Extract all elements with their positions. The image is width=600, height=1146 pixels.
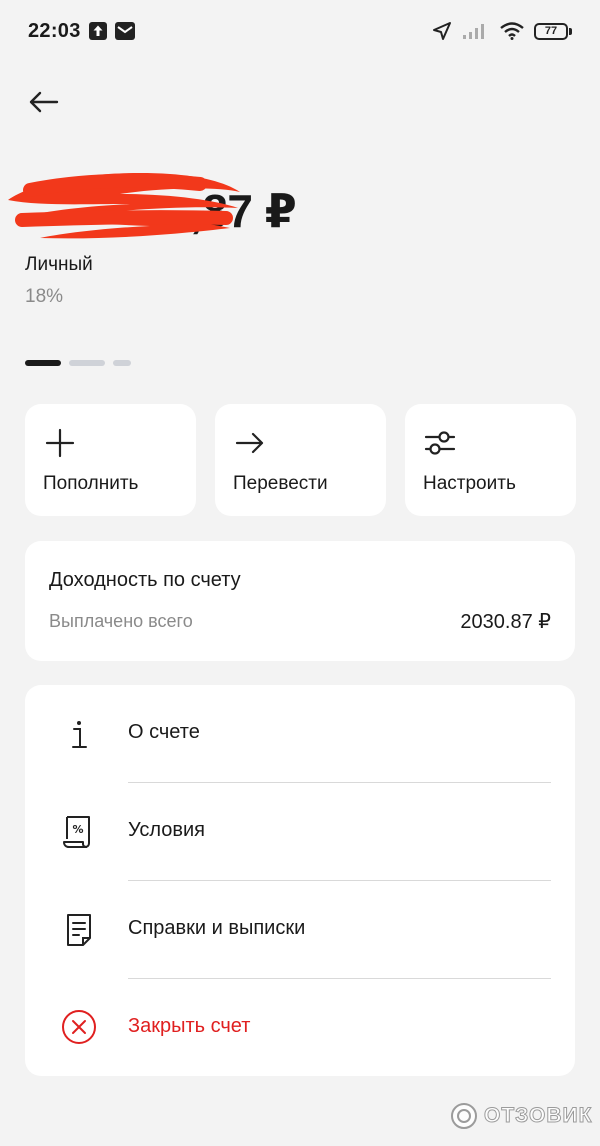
account-pager[interactable] [25,360,131,366]
arrow-right-icon [235,432,264,454]
top-up-label: Пополнить [43,473,139,494]
pager-dot-active[interactable] [25,360,61,366]
battery-icon: 77 [534,22,572,40]
mail-notification-icon [114,22,135,40]
percent-document-icon: % [63,816,90,848]
info-icon [72,721,87,748]
back-button[interactable] [22,82,64,122]
transfer-label: Перевести [233,473,328,494]
location-arrow-icon [432,21,452,41]
yield-card[interactable]: Доходность по счету Выплачено всего 2030… [25,541,575,661]
watermark-text: ОТЗОВИК [483,1104,593,1128]
quick-actions: Пополнить Перевести Настроить [25,404,576,516]
transfer-button[interactable]: Перевести [215,404,386,516]
plus-icon [45,428,75,458]
close-circle-icon [62,1010,96,1044]
balance-area: ,87 ₽ [0,160,600,260]
wifi-icon [500,22,524,40]
menu-item-label: О счете [128,721,200,743]
paid-total-value: 2030.87 ₽ [460,611,551,633]
sliders-icon [424,431,456,455]
menu-item-about-account[interactable]: О счете [25,685,575,783]
account-menu: О счете % Условия Справки и выписки Закр… [25,685,575,1076]
menu-item-close-account[interactable]: Закрыть счет [25,979,575,1076]
otzovik-logo-icon [451,1103,477,1129]
svg-text:%: % [72,823,83,836]
pager-dot[interactable] [69,360,105,366]
arrow-left-icon [29,91,59,113]
signal-icon [462,22,490,40]
status-bar: 22:03 77 [0,0,600,62]
menu-item-label: Справки и выписки [128,917,306,939]
menu-item-terms[interactable]: % Условия [25,783,575,881]
account-rate: 18% [25,286,64,307]
settings-label: Настроить [423,473,516,494]
document-icon [67,914,91,946]
battery-level: 77 [534,22,568,40]
otzovik-watermark: ОТЗОВИК [450,1102,592,1130]
menu-item-label: Условия [128,819,206,841]
yield-title: Доходность по счету [49,569,241,591]
paid-total-label: Выплачено всего [49,611,193,631]
upload-notification-icon [88,22,107,40]
settings-button[interactable]: Настроить [405,404,576,516]
top-up-button[interactable]: Пополнить [25,404,196,516]
account-name: Личный [25,254,93,275]
redaction-scribble [8,173,240,239]
status-time: 22:03 [28,19,81,42]
menu-item-statements[interactable]: Справки и выписки [25,881,575,979]
close-account-label: Закрыть счет [128,1015,251,1037]
pager-dot[interactable] [113,360,131,366]
